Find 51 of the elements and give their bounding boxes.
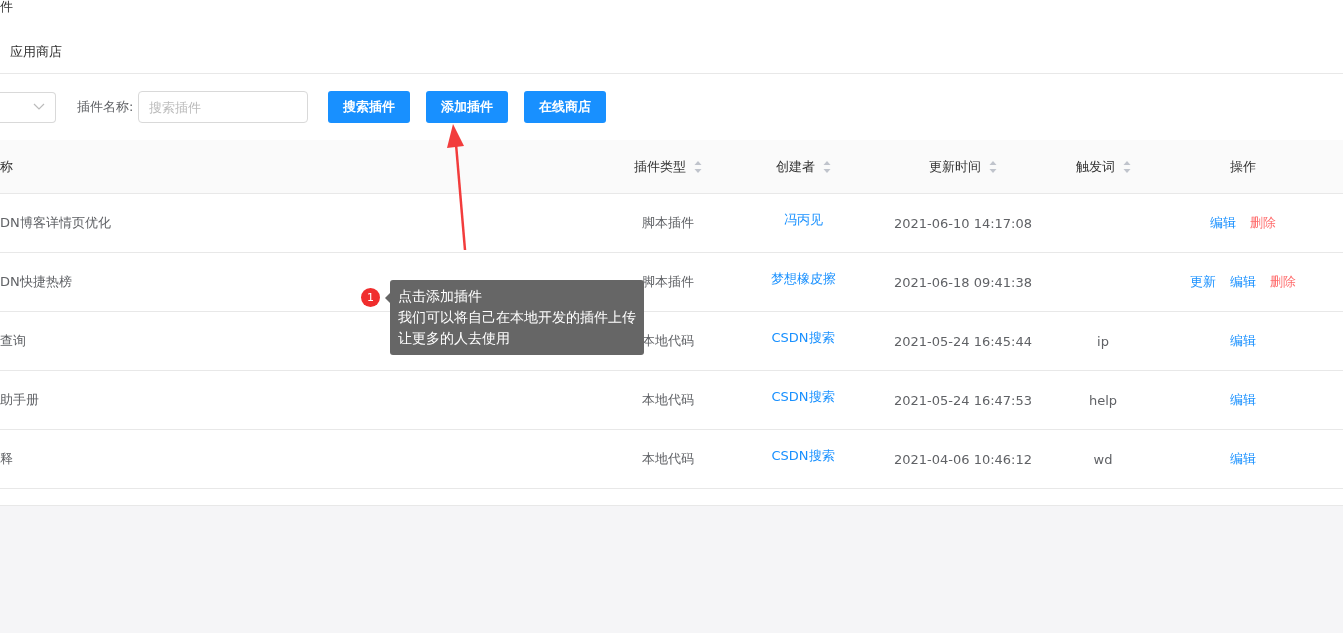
- tooltip-text: 我们可以将自己在本地开发的插件上传: [398, 308, 636, 327]
- creator-link[interactable]: CSDN搜索: [771, 447, 835, 465]
- creator-link[interactable]: 梦想橡皮擦: [770, 270, 836, 288]
- sort-icon[interactable]: [694, 159, 702, 174]
- action-button[interactable]: 添加插件: [426, 91, 509, 123]
- column-header: 更新时间: [929, 157, 981, 176]
- table-cell: DN博客详情页优化: [0, 214, 111, 232]
- sort-icon[interactable]: [1122, 159, 1131, 174]
- creator-link[interactable]: CSDN搜索: [771, 388, 835, 406]
- table-cell: DN快捷热榜: [0, 273, 72, 291]
- edit-link[interactable]: 编辑: [1230, 332, 1256, 350]
- column-header: 插件类型: [634, 157, 686, 176]
- creator-link[interactable]: CSDN搜索: [771, 329, 835, 347]
- table-cell: 2021-06-18 09:41:38: [893, 274, 1033, 290]
- chevron-down-icon: [33, 103, 45, 111]
- table-cell: 本地代码: [642, 450, 694, 468]
- table-cell: ip: [1097, 333, 1109, 349]
- delete-link[interactable]: 删除: [1270, 273, 1296, 291]
- edit-link[interactable]: 编辑: [1210, 214, 1236, 232]
- delete-link[interactable]: 删除: [1250, 214, 1276, 232]
- table-cell: help: [1088, 392, 1118, 408]
- column-header: 称: [0, 157, 13, 176]
- table-cell: 助手册: [0, 391, 39, 409]
- edit-link[interactable]: 编辑: [1230, 273, 1256, 291]
- sort-icon[interactable]: [989, 159, 997, 174]
- field-label: 插件名称:: [77, 98, 134, 116]
- table-cell: 查询: [0, 332, 26, 350]
- select-field[interactable]: [0, 91, 56, 123]
- column-header: 触发词: [1075, 157, 1115, 176]
- table-cell: 2021-04-06 10:46:12: [893, 451, 1033, 467]
- column-header: 操作: [1230, 157, 1256, 176]
- page-title: 件: [0, 0, 13, 14]
- search-field[interactable]: 搜索插件: [138, 91, 309, 123]
- table-cell: 脚本插件: [642, 214, 694, 232]
- column-header: 创建者: [775, 157, 815, 176]
- table-cell: 2021-06-10 14:17:08: [893, 215, 1033, 231]
- table-cell: 2021-05-24 16:47:53: [893, 392, 1033, 408]
- tooltip-text: 让更多的人去使用: [398, 329, 511, 348]
- edit-link[interactable]: 编辑: [1230, 391, 1256, 409]
- action-button[interactable]: 搜索插件: [328, 91, 411, 123]
- creator-link[interactable]: 冯丙见: [783, 211, 823, 229]
- tab[interactable]: 应用商店: [10, 43, 62, 73]
- edit-link[interactable]: 编辑: [1230, 450, 1256, 468]
- sort-icon[interactable]: [822, 159, 831, 174]
- edit-link[interactable]: 更新: [1190, 273, 1216, 291]
- tooltip-text: 点击添加插件: [398, 287, 483, 306]
- action-button[interactable]: 在线商店: [524, 91, 607, 123]
- table-cell: 本地代码: [642, 391, 694, 409]
- table-cell: 释: [0, 450, 13, 468]
- table-cell: wd: [1093, 451, 1113, 467]
- table-cell: 2021-05-24 16:45:44: [893, 333, 1033, 349]
